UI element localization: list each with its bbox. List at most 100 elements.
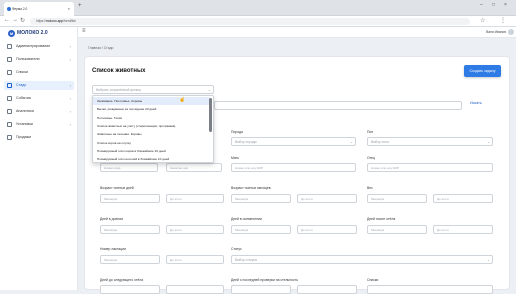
sidebar-item-label: Продажи — [16, 135, 32, 139]
search-button[interactable]: Искать — [470, 101, 482, 105]
url-domain: molono.app — [45, 19, 64, 23]
days-after-calving-from[interactable]: Минимум — [367, 225, 427, 234]
breadcrumb[interactable]: Главная / Стадо — [88, 46, 113, 50]
sidebar-item-label: События — [16, 96, 31, 100]
dropdown-scrollbar[interactable] — [209, 98, 212, 132]
from-placeholder: Минимум — [235, 197, 249, 201]
sidebar-item-analytics[interactable]: Аналитика › — [4, 107, 74, 116]
reload-icon[interactable]: ↻ — [20, 17, 25, 24]
sidebar-item-label: Аналитика — [16, 109, 34, 113]
events-icon — [7, 96, 12, 101]
chart-icon — [7, 109, 12, 114]
sex-placeholder: Выбор пола — [371, 140, 389, 144]
sidebar-item-events[interactable]: События › — [4, 94, 74, 103]
from-placeholder: Минимум — [235, 228, 249, 232]
create-task-button[interactable]: Создать задачу — [464, 65, 501, 77]
days-insem-label: Дней в осеменении — [231, 217, 262, 221]
tab-title: Ферма 2.0 — [12, 7, 28, 11]
sidebar-item-sales[interactable]: Продажи — [4, 133, 74, 142]
back-icon[interactable]: ← — [4, 17, 10, 23]
chevron-down-icon: ⌄ — [486, 140, 490, 144]
chevron-right-icon: › — [69, 57, 71, 62]
admin-icon — [7, 44, 12, 49]
age-days-label: Возраст полных дней — [100, 186, 134, 190]
sidebar-item-herd[interactable]: Стадо › — [4, 81, 74, 90]
breed-select[interactable]: Выбор породы ⌄ — [231, 137, 356, 146]
days-insem-to[interactable]: До этого — [297, 225, 357, 234]
address-bar: ← → ↻ https://molono.app/herd/list ☆ ⋮ — [0, 16, 516, 27]
avatar[interactable] — [508, 29, 514, 35]
sex-select[interactable]: Выбор пола ⌄ — [367, 137, 493, 146]
maximize-icon[interactable]: □ — [492, 2, 495, 8]
number-code-input[interactable]: Номер кода — [100, 163, 158, 172]
father-placeholder: Номер или код ЯОР — [371, 166, 400, 170]
age-months-to[interactable]: До этого — [297, 194, 357, 203]
to-placeholder: До этого — [170, 258, 182, 262]
hamburger-icon[interactable]: ≡ — [82, 28, 86, 34]
app-logo[interactable]: M МОЛОКО 2.0 — [8, 29, 48, 37]
sex-label: Пол — [367, 130, 374, 134]
age-days-to[interactable]: До этого — [166, 194, 224, 203]
list-icon — [7, 70, 12, 75]
dropdown-item[interactable]: Животные на лечении. Коровы — [93, 130, 209, 138]
page-title: Список животных — [92, 68, 146, 74]
sidebar-item-settings[interactable]: Установки › — [4, 120, 74, 129]
browser-tab-bar: Ферма 2.0 × + – □ × — [0, 0, 516, 16]
forward-icon[interactable]: → — [12, 17, 18, 23]
saved-filter-select[interactable]: Выбрать сохранённый фильтр ⌄ — [92, 85, 214, 94]
weight-from[interactable]: Минимум — [367, 194, 427, 203]
date-input[interactable]: Нажатие дня — [166, 163, 222, 172]
dropdown-item[interactable]: Заливание. Поголовье. Коровы — [93, 97, 209, 106]
sidebar-item-admin[interactable]: Администрирование › — [4, 42, 74, 51]
from-placeholder: Минимум — [371, 228, 385, 232]
dropdown-item[interactable]: Список животных на учёту (стерилизация, … — [93, 122, 209, 130]
close-tab-icon[interactable]: × — [68, 2, 70, 16]
chevron-right-icon: › — [69, 83, 71, 88]
lactation-from[interactable]: Минимум — [100, 255, 160, 264]
dropdown-item[interactable]: Планируемый отёл коров в ближайшие 10 дн… — [93, 147, 209, 155]
dropdown-item[interactable]: Поголовье. Телки — [93, 114, 209, 122]
new-tab-icon[interactable]: + — [78, 3, 82, 9]
close-window-icon[interactable]: × — [504, 2, 507, 8]
date-placeholder: Нажатие дня — [170, 166, 189, 170]
browser-tab[interactable]: Ферма 2.0 × — [4, 2, 74, 16]
chevron-down-icon: ⌄ — [349, 140, 353, 144]
mother-input[interactable]: Номер или код ЯОР — [231, 163, 356, 172]
dropdown-item[interactable]: Планируемый отёл нетелей в ближайшие 10 … — [93, 155, 209, 163]
days-milking-from[interactable]: Минимум — [100, 225, 160, 234]
saved-filter-placeholder: Выбрать сохранённый фильтр — [96, 88, 142, 92]
from-placeholder: Минимум — [104, 258, 118, 262]
star-icon[interactable]: ☆ — [480, 17, 485, 24]
menu-dots-icon[interactable]: ⋮ — [500, 17, 506, 24]
sidebar-item-label: Пользователи — [16, 57, 40, 61]
url-field[interactable]: https://molono.app/herd/list — [30, 18, 470, 25]
dropdown-item[interactable]: Бычки, рождённые за последние 20 дней — [93, 105, 209, 113]
status-placeholder: Выбор статуса — [235, 258, 257, 262]
from-placeholder: Минимум — [371, 197, 385, 201]
favicon-icon — [7, 7, 11, 11]
herd-icon — [7, 83, 12, 88]
cart-icon — [7, 135, 12, 140]
days-insem-from[interactable]: Минимум — [231, 225, 291, 234]
dropdown-item[interactable]: Список коров на случку — [93, 139, 209, 147]
father-input[interactable]: Номер или код ЯОР — [367, 163, 493, 172]
minimize-icon[interactable]: – — [480, 2, 483, 8]
search-input[interactable] — [214, 101, 462, 110]
days-after-calving-to[interactable]: До этого — [433, 225, 493, 234]
father-label: Отец — [367, 156, 375, 160]
lactation-to[interactable]: До этого — [166, 255, 224, 264]
sidebar-item-lists[interactable]: Списки — [4, 68, 74, 77]
weight-to[interactable]: До этого — [433, 194, 493, 203]
sidebar-item-label: Стадо — [16, 83, 27, 87]
sidebar-item-label: Установки — [16, 122, 33, 126]
age-months-from[interactable]: Минимум — [231, 194, 291, 203]
age-months-label: Возраст полных месяцев — [231, 186, 271, 190]
logo-text: МОЛОКО 2.0 — [17, 30, 48, 36]
sidebar-item-users[interactable]: Пользователи › — [4, 55, 74, 64]
age-days-from[interactable]: Минимум — [100, 194, 160, 203]
days-since-check-label: Дней с последней проверки на стельность — [231, 278, 298, 282]
days-milking-to[interactable]: До этого — [166, 225, 224, 234]
status-select[interactable]: Выбор статуса ⌄ — [231, 255, 493, 264]
mother-label: Мать — [231, 156, 239, 160]
user-name[interactable]: Ваня Иванов — [486, 30, 506, 34]
